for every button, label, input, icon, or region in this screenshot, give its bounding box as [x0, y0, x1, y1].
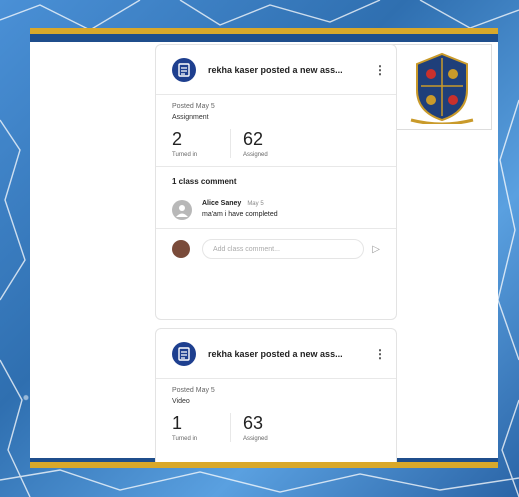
- post-date: Posted May 5: [172, 103, 215, 110]
- post-header[interactable]: rekha kaser posted a new ass... ⋮: [156, 329, 396, 379]
- stat-label: Assigned: [243, 152, 268, 158]
- more-vert-icon[interactable]: ⋮: [374, 63, 386, 77]
- stat-number: 63: [243, 413, 264, 433]
- class-comments-link[interactable]: 1 class comment: [156, 167, 396, 192]
- post-stats: 2 Turned in 62 Assigned: [156, 121, 396, 167]
- stat-label: Turned in: [172, 152, 198, 158]
- school-emblem: [392, 44, 492, 130]
- stat-number: 62: [243, 129, 264, 149]
- stat-assigned[interactable]: 63 Assigned: [230, 413, 288, 442]
- post-title: rekha kaser posted a new ass...: [208, 64, 343, 75]
- post-card[interactable]: rekha kaser posted a new ass... ⋮ Posted…: [155, 328, 397, 462]
- stat-number: 2: [172, 129, 183, 149]
- stat-label: Assigned: [243, 436, 268, 442]
- post-type: Video: [172, 398, 190, 405]
- comment-author: Alice Saney: [202, 200, 242, 207]
- post-date: Posted May 5: [172, 387, 215, 394]
- class-comment-input[interactable]: Add class comment...: [202, 239, 365, 259]
- comment-item: Alice Saney May 5 ma'am i have completed: [156, 192, 396, 228]
- assignment-icon: [172, 57, 196, 82]
- more-vert-icon[interactable]: ⋮: [374, 347, 386, 361]
- comment-date: May 5: [247, 201, 264, 207]
- assignment-icon: [172, 341, 196, 366]
- school-crest-icon: [410, 52, 474, 124]
- post-stats: 1 Turned in 63 Assigned: [156, 405, 396, 450]
- post-header[interactable]: rekha kaser posted a new ass... ⋮: [156, 45, 396, 95]
- stat-turned-in[interactable]: 2 Turned in: [172, 129, 230, 158]
- post-type: Assignment: [172, 114, 209, 121]
- reply-row: Add class comment... ▷: [156, 228, 396, 269]
- post-card[interactable]: rekha kaser posted a new ass... ⋮ Posted…: [155, 44, 397, 320]
- comment-text: ma'am i have completed: [202, 211, 278, 218]
- avatar: [172, 240, 190, 258]
- stat-assigned[interactable]: 62 Assigned: [230, 129, 288, 158]
- send-icon[interactable]: ▷: [372, 244, 380, 255]
- stat-number: 1: [172, 413, 183, 433]
- stat-turned-in[interactable]: 1 Turned in: [172, 413, 230, 442]
- post-title: rekha kaser posted a new ass...: [208, 348, 343, 359]
- avatar: [172, 200, 192, 220]
- stat-label: Turned in: [172, 436, 198, 442]
